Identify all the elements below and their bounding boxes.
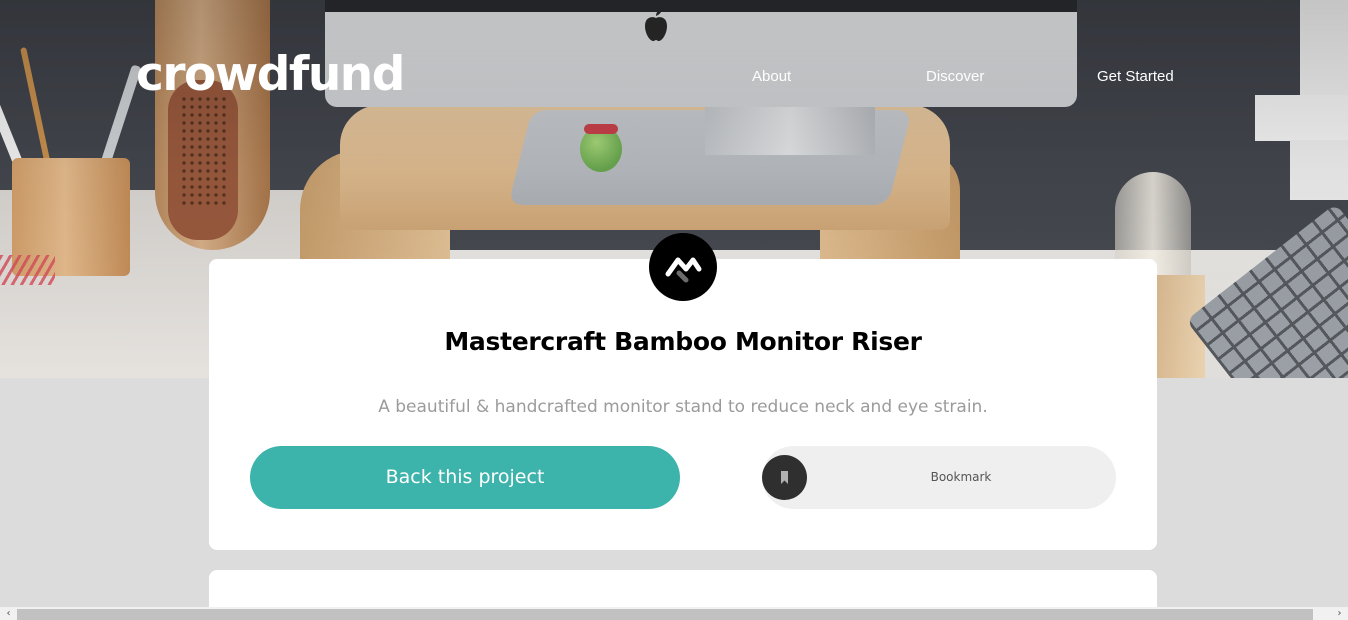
horizontal-scrollbar[interactable]: ‹ ›	[0, 607, 1348, 620]
scroll-left-arrow[interactable]: ‹	[0, 607, 17, 620]
mastercraft-logo-icon	[649, 233, 717, 301]
scroll-right-arrow[interactable]: ›	[1331, 607, 1348, 620]
nav-link-get-started[interactable]: Get Started	[1097, 66, 1174, 88]
project-description: A beautiful & handcrafted monitor stand …	[378, 397, 988, 417]
site-logo[interactable]: crowdfund	[136, 46, 405, 104]
bookmark-icon	[762, 455, 807, 500]
nav-link-about[interactable]: About	[752, 66, 791, 88]
page: crowdfund About Discover Get Started Mas…	[0, 0, 1348, 620]
bookmark-label: Bookmark	[930, 470, 992, 484]
back-project-button[interactable]: Back this project	[250, 446, 680, 509]
nav-link-discover[interactable]: Discover	[926, 66, 984, 88]
project-title: Mastercraft Bamboo Monitor Riser	[444, 327, 922, 356]
scroll-thumb[interactable]	[17, 609, 1313, 620]
bookmark-button[interactable]: Bookmark	[762, 446, 1116, 509]
